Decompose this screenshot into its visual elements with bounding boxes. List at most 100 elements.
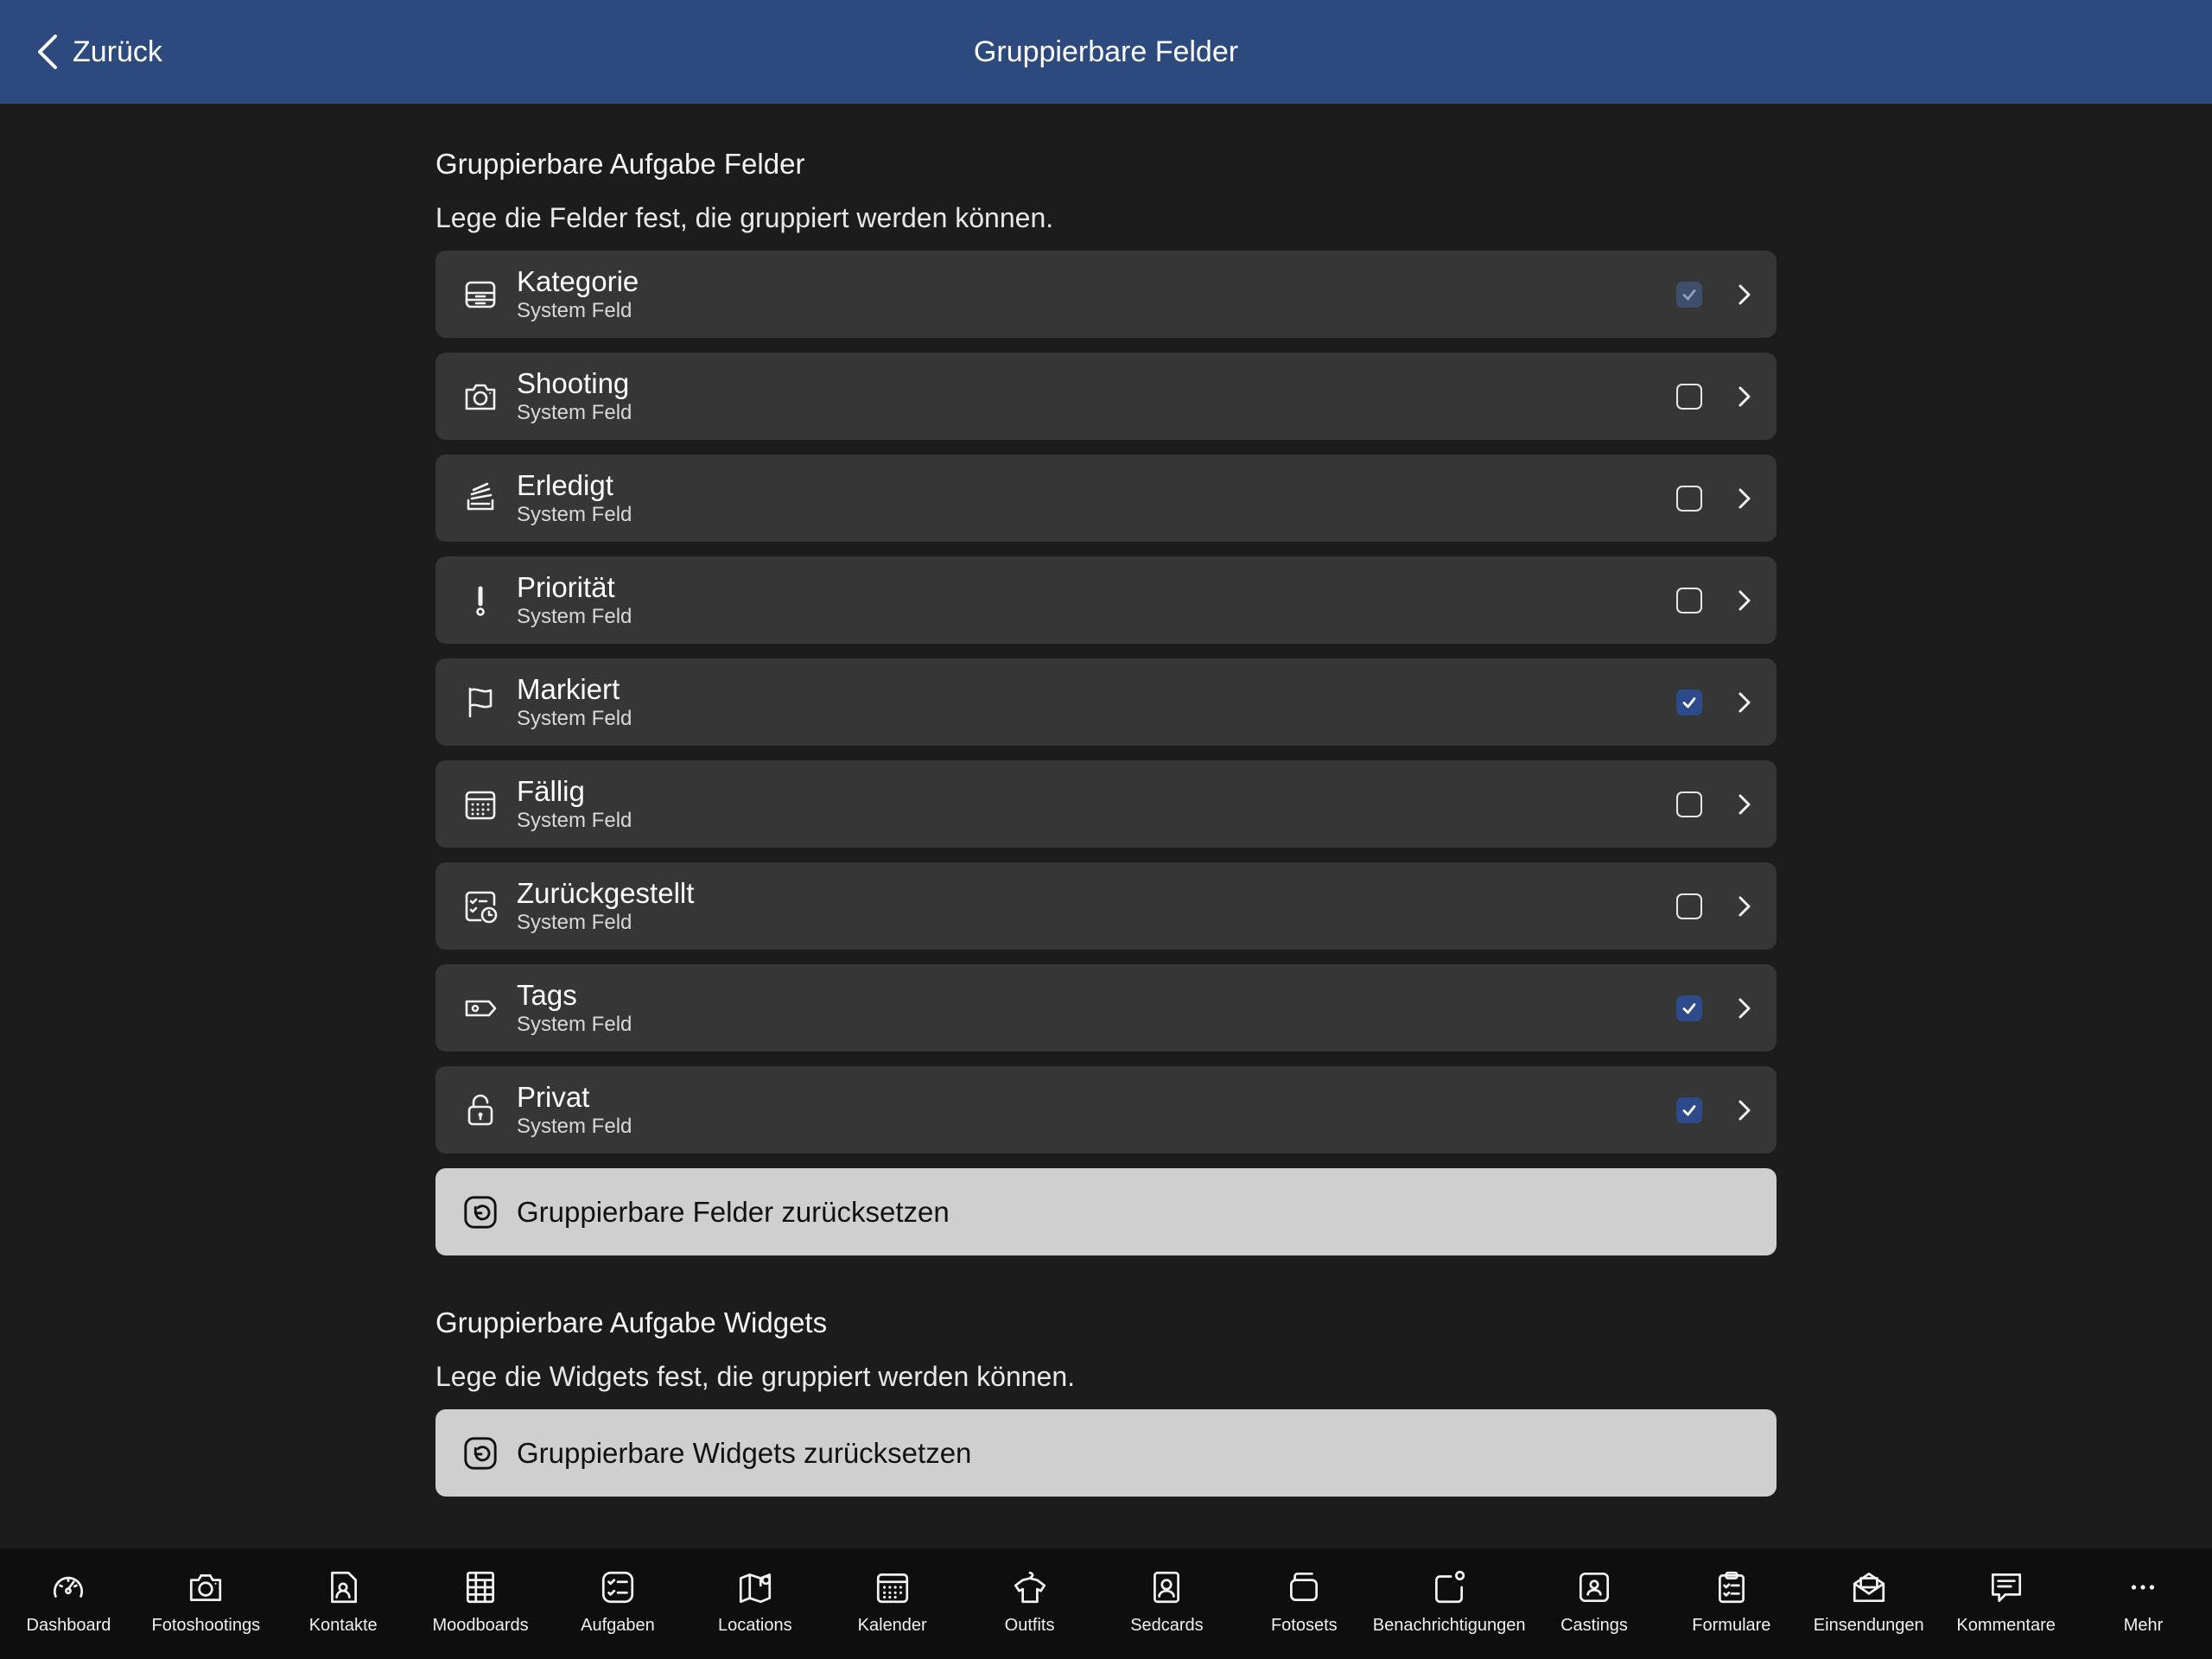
notification-icon xyxy=(1435,1570,1465,1604)
checkmark-icon xyxy=(1682,696,1696,708)
grid-board-icon xyxy=(467,1571,495,1604)
field-name: Zurückgestellt xyxy=(517,876,695,909)
calendar-icon xyxy=(456,780,505,829)
field-type: System Feld xyxy=(517,706,632,730)
reset-fields-button[interactable]: Gruppierbare Felder zurücksetzen xyxy=(435,1168,1777,1255)
field-texts: Markiert System Feld xyxy=(517,673,1676,732)
field-checkbox[interactable] xyxy=(1676,587,1702,613)
field-type: System Feld xyxy=(517,502,632,526)
field-type: System Feld xyxy=(517,910,632,934)
field-texts: Privat System Feld xyxy=(517,1081,1676,1140)
field-name: Fällig xyxy=(517,774,585,807)
checklist-clock-icon xyxy=(456,882,505,931)
tab-label: Moodboards xyxy=(432,1616,529,1635)
tab-label: Kontakte xyxy=(308,1616,378,1635)
tab-kontakte[interactable]: Kontakte xyxy=(275,1548,412,1659)
tab-label: Benachrichtigungen xyxy=(1372,1616,1526,1635)
field-row[interactable]: Tags System Feld xyxy=(435,964,1777,1052)
field-row[interactable]: Fällig System Feld xyxy=(435,760,1777,848)
field-texts: Erledigt System Feld xyxy=(517,469,1676,528)
tab-label: Sedcards xyxy=(1130,1616,1204,1635)
field-row[interactable]: Kategorie System Feld xyxy=(435,251,1777,338)
reset-icon xyxy=(456,1429,505,1478)
field-row[interactable]: Privat System Feld xyxy=(435,1066,1777,1154)
field-type: System Feld xyxy=(517,400,632,424)
gauge-icon xyxy=(54,1576,84,1598)
tab-bar: Dashboard Fotoshootings Kontakte Moodboa… xyxy=(0,1548,2212,1659)
field-name: Kategorie xyxy=(517,264,639,297)
field-texts: Tags System Feld xyxy=(517,979,1676,1038)
field-checkbox[interactable] xyxy=(1676,281,1702,308)
field-name: Markiert xyxy=(517,672,620,705)
envelope-open-icon xyxy=(1853,1572,1885,1603)
chevron-right-icon xyxy=(1738,590,1751,610)
tab-label: Einsendungen xyxy=(1813,1616,1924,1635)
tab-mehr[interactable]: Mehr xyxy=(2075,1548,2212,1659)
field-name: Privat xyxy=(517,1080,590,1113)
field-row[interactable]: Markiert System Feld xyxy=(435,658,1777,746)
field-row[interactable]: Shooting System Feld xyxy=(435,353,1777,440)
field-type: System Feld xyxy=(517,808,632,832)
tab-locations[interactable]: Locations xyxy=(686,1548,823,1659)
field-type: System Feld xyxy=(517,1114,632,1138)
chevron-left-icon xyxy=(38,35,57,69)
field-texts: Zurückgestellt System Feld xyxy=(517,877,1676,936)
field-checkbox[interactable] xyxy=(1676,995,1702,1021)
reset-icon xyxy=(456,1188,505,1236)
tab-moodboards[interactable]: Moodboards xyxy=(412,1548,550,1659)
tab-label: Aufgaben xyxy=(581,1616,655,1635)
back-button[interactable]: Zurück xyxy=(35,0,162,104)
chevron-right-icon xyxy=(1738,692,1751,712)
field-checkbox[interactable] xyxy=(1676,689,1702,715)
checklist-icon xyxy=(601,1571,634,1604)
field-type: System Feld xyxy=(517,1012,632,1036)
tab-label: Locations xyxy=(718,1616,792,1635)
nav-bar: Zurück Gruppierbare Felder xyxy=(0,0,2212,104)
exclamation-icon xyxy=(456,576,505,625)
tab-sedcards[interactable]: Sedcards xyxy=(1098,1548,1236,1659)
lock-icon xyxy=(456,1086,505,1135)
tab-label: Fotoshootings xyxy=(151,1616,261,1635)
tab-einsendungen[interactable]: Einsendungen xyxy=(1800,1548,1937,1659)
tab-label: Kalender xyxy=(857,1616,927,1635)
widgets-section-title: Gruppierbare Aufgabe Widgets xyxy=(435,1306,828,1338)
tab-aufgaben[interactable]: Aufgaben xyxy=(550,1548,687,1659)
tab-label: Kommentare xyxy=(1956,1616,2056,1635)
tab-benachrichtigungen[interactable]: Benachrichtigungen xyxy=(1373,1548,1526,1659)
field-row[interactable]: Priorität System Feld xyxy=(435,556,1777,644)
widgets-section-description: Lege die Widgets fest, die gruppiert wer… xyxy=(435,1361,1076,1392)
checkmark-icon xyxy=(1682,1002,1696,1014)
field-texts: Fällig System Feld xyxy=(517,775,1676,834)
reset-widgets-button[interactable]: Gruppierbare Widgets zurücksetzen xyxy=(435,1409,1777,1497)
flag-icon xyxy=(456,678,505,727)
field-checkbox[interactable] xyxy=(1676,485,1702,512)
page-title: Gruppierbare Felder xyxy=(973,35,1239,68)
tab-castings[interactable]: Castings xyxy=(1526,1548,1663,1659)
field-checkbox[interactable] xyxy=(1676,893,1702,919)
settings-content: Gruppierbare Aufgabe Felder Lege die Fel… xyxy=(435,104,1777,1497)
tab-kalender[interactable]: Kalender xyxy=(823,1548,961,1659)
photo-stack-icon xyxy=(1290,1572,1319,1601)
badge-person-icon xyxy=(1579,1572,1610,1603)
tray-icon xyxy=(456,270,505,319)
tab-dashboard[interactable]: Dashboard xyxy=(0,1548,137,1659)
field-row[interactable]: Zurückgestellt System Feld xyxy=(435,862,1777,950)
stack-icon xyxy=(456,474,505,523)
tab-kommentare[interactable]: Kommentare xyxy=(1937,1548,2075,1659)
field-checkbox[interactable] xyxy=(1676,1096,1702,1123)
portrait-card-icon xyxy=(1154,1571,1180,1604)
clipboard-icon xyxy=(1718,1571,1745,1604)
field-type: System Feld xyxy=(517,298,632,322)
tab-formulare[interactable]: Formulare xyxy=(1662,1548,1800,1659)
field-checkbox[interactable] xyxy=(1676,383,1702,410)
tab-outfits[interactable]: Outfits xyxy=(961,1548,1098,1659)
tab-fotosets[interactable]: Fotosets xyxy=(1236,1548,1373,1659)
map-icon xyxy=(739,1573,771,1604)
tab-fotoshootings[interactable]: Fotoshootings xyxy=(137,1548,275,1659)
chevron-right-icon xyxy=(1738,284,1751,304)
tab-label: Fotosets xyxy=(1270,1616,1338,1635)
field-checkbox[interactable] xyxy=(1676,791,1702,817)
field-type: System Feld xyxy=(517,604,632,628)
field-name: Erledigt xyxy=(517,468,613,501)
field-row[interactable]: Erledigt System Feld xyxy=(435,454,1777,542)
